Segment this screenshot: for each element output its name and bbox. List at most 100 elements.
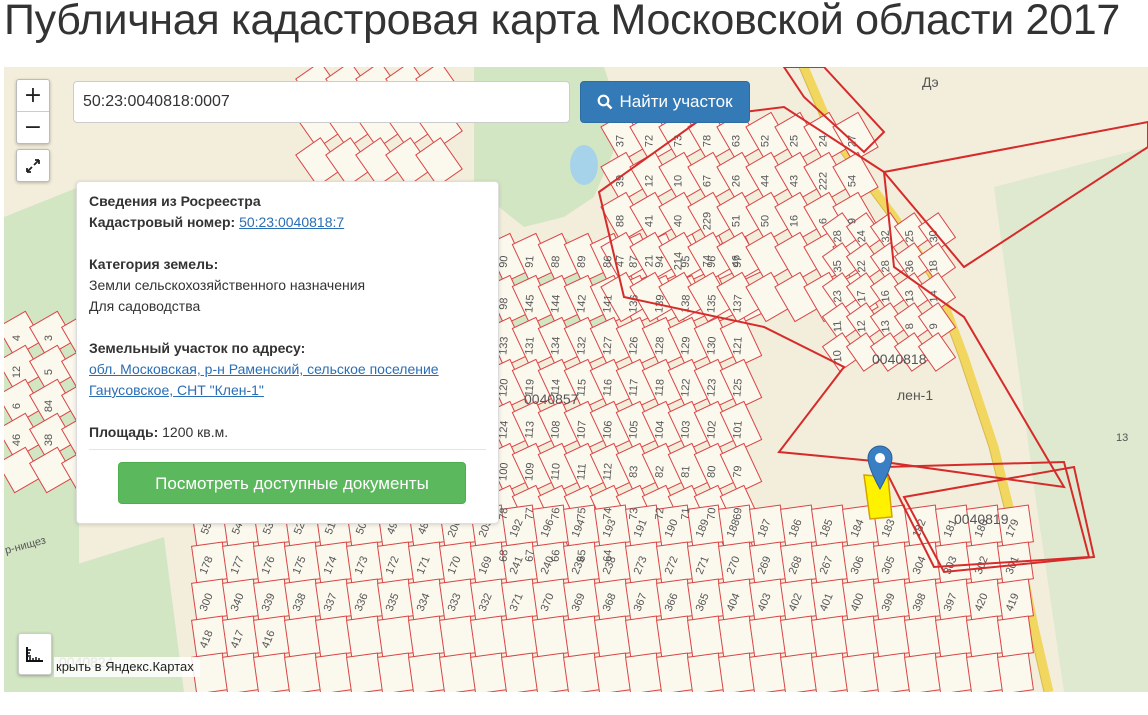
view-documents-button[interactable]: Посмотреть доступные документы: [118, 462, 466, 504]
parcel-cell: [253, 652, 290, 692]
parcel-number-label: 50: [760, 215, 772, 227]
parcel-number-label: 117: [627, 378, 640, 397]
parcel-number-label: 41: [644, 215, 656, 227]
parcel-number-label: 100: [497, 462, 511, 481]
info-separator: [89, 449, 486, 450]
parcel-cell: [563, 615, 600, 658]
parcel-number-label: 13: [880, 320, 893, 333]
location-pin-icon[interactable]: [866, 444, 894, 490]
parcel-number-label: 18: [928, 260, 941, 273]
fullscreen-icon: [26, 158, 40, 173]
parcel-number-label: 78: [702, 135, 714, 147]
parcel-number-label: 141: [601, 294, 615, 313]
parcel-cell: [780, 652, 817, 692]
parcel-cell: [997, 615, 1034, 658]
parcel-cell: [377, 652, 414, 692]
land-use-value: Для садоводства: [89, 298, 201, 314]
find-parcel-button[interactable]: Найти участок: [580, 81, 750, 123]
parcel-number-label: 80: [706, 465, 719, 478]
area-row: Площадь: 1200 кв.м.: [89, 422, 486, 443]
cadastral-search-input[interactable]: [73, 81, 570, 123]
parcel-number-label: 109: [523, 462, 537, 481]
parcel-number-label: 68: [498, 549, 511, 562]
cadastral-number-row: Кадастровый номер: 50:23:0040818:7: [89, 212, 486, 233]
address-link[interactable]: обл. Московская, р-н Раменский, сельское…: [89, 359, 486, 401]
parcel-number-label: 86: [602, 255, 615, 268]
parcel-number-label: 16: [789, 215, 801, 227]
parcel-cell: [346, 652, 383, 692]
parcel-cell: [563, 652, 600, 692]
parcel-cell: [780, 615, 817, 658]
fullscreen-button[interactable]: [16, 149, 50, 182]
parcel-number-label: 8: [904, 323, 916, 330]
parcel-number-label: 72: [654, 507, 667, 520]
parcel-number-label: 76: [550, 507, 563, 520]
parcel-cell: [966, 615, 1003, 658]
zoom-in-button[interactable]: +: [17, 80, 49, 111]
parcel-number-label: 136: [627, 294, 641, 313]
parcel-number-label: 229: [702, 212, 714, 230]
parcel-number-label: 81: [680, 465, 693, 478]
parcel-cell: [315, 615, 352, 658]
parcel-number-label: 135: [705, 294, 719, 313]
parcel-cell: [625, 652, 662, 692]
parcel-number-label: 10: [673, 175, 685, 187]
parcel-number-label: 16: [880, 290, 893, 303]
cadastral-number-link[interactable]: 50:23:0040818:7: [239, 214, 344, 230]
parcel-number-label: 73: [673, 135, 685, 147]
parcel-number-label: 87: [628, 255, 641, 268]
parcel-number-label: 124: [497, 420, 511, 439]
parcel-number-label: 123: [705, 378, 719, 397]
parcel-cell: [377, 615, 414, 658]
parcel-number-label: 113: [523, 420, 536, 439]
parcel-number-label: 134: [549, 336, 563, 355]
quarter-label-0040819: 0040819: [954, 511, 1009, 527]
parcel-cell: [656, 652, 693, 692]
parcel-number-label: 104: [653, 420, 667, 439]
parcel-number-label: 82: [654, 465, 667, 478]
parcel-cell: [501, 615, 538, 658]
parcel-number-label: 6: [818, 218, 830, 224]
parcel-number-label: 116: [601, 378, 614, 397]
parcel-number-label: 77: [524, 507, 537, 520]
find-parcel-label: Найти участок: [619, 92, 733, 111]
top-right-label: Дэ: [922, 74, 939, 90]
parcel-number-label: 133: [497, 336, 511, 355]
parcel-number-label: 129: [679, 336, 693, 355]
parcel-number-label: 54: [847, 175, 859, 187]
zoom-control: + −: [16, 79, 50, 144]
parcel-cell: [749, 615, 786, 658]
address-line-1: обл. Московская, р-н Раменский, сельское…: [89, 361, 439, 377]
parcel-number-label: 145: [523, 294, 537, 313]
open-in-yandex-maps-link[interactable]: крыть в Яндекс.Картах: [54, 657, 200, 677]
parcel-number-label: 101: [731, 420, 745, 439]
yandex-maps-button[interactable]: [18, 633, 52, 675]
parcel-cell: [439, 615, 476, 658]
parcel-cell: [532, 652, 569, 692]
parcel-number-label: 12: [11, 366, 23, 378]
parcel-number-label: 111: [575, 463, 588, 481]
parcel-cell: [997, 652, 1034, 692]
parcel-number-label: 105: [627, 420, 641, 439]
parcel-cell: [408, 615, 445, 658]
parcel-cell: [718, 652, 755, 692]
zoom-out-button[interactable]: −: [17, 111, 49, 143]
parcel-number-label: 25: [789, 135, 801, 147]
parcel-cell: [222, 652, 259, 692]
parcel-number-label: 126: [627, 336, 641, 355]
cadastral-number-label: Кадастровый номер:: [89, 214, 236, 230]
parcel-cell: [284, 652, 321, 692]
parcel-cell: [811, 652, 848, 692]
page-title: Публичная кадастровая карта Московской о…: [4, 0, 1121, 44]
cadastral-map[interactable]: 90 91 88 89 86 87 94 95 96 97 98 145 144 142 141 136 139…: [4, 67, 1148, 692]
parcel-cell: [966, 652, 1003, 692]
parcel-number-label: 26: [731, 175, 743, 187]
parcel-cell: [501, 652, 538, 692]
parcel-cell: [873, 652, 910, 692]
parcel-number-label: 121: [731, 336, 745, 355]
parcel-cell: [470, 652, 507, 692]
parcel-number-label: 11: [832, 320, 845, 332]
parcel-number-label: 79: [732, 465, 745, 478]
parcel-number-label: 137: [731, 294, 745, 313]
parcel-number-label: 36: [904, 260, 917, 273]
